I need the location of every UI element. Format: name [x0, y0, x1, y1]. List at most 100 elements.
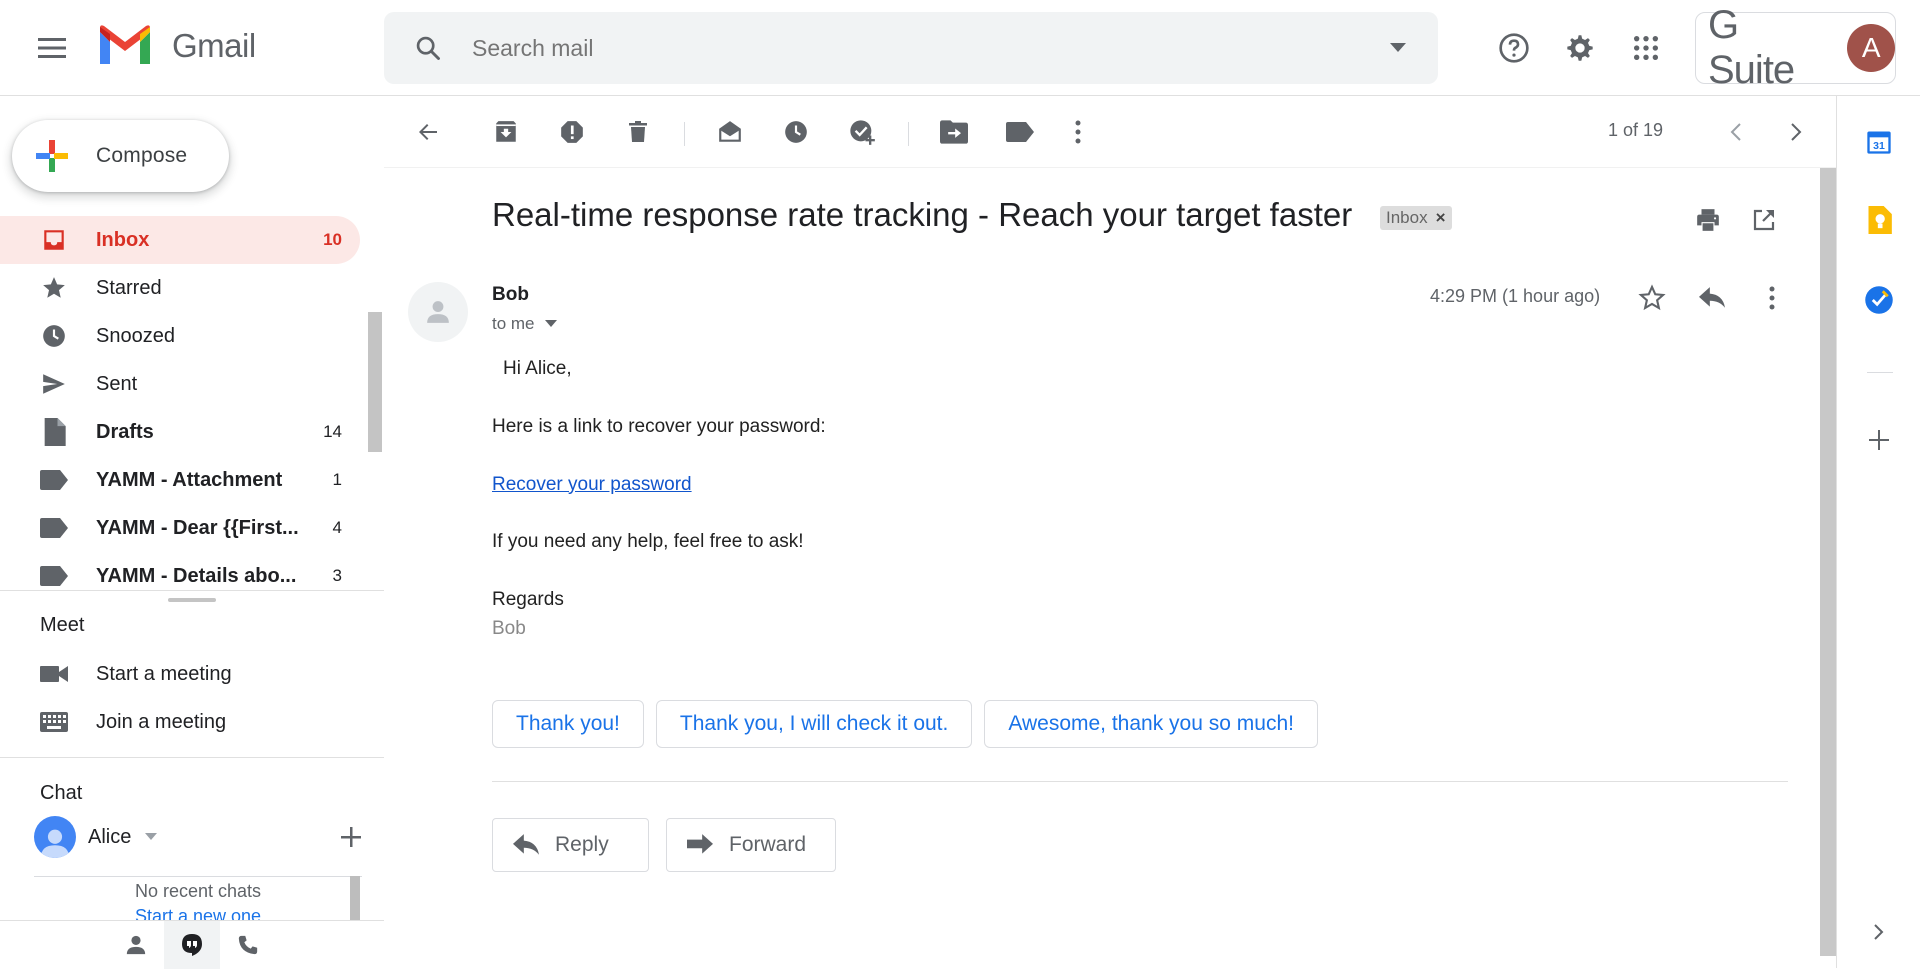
apps-button[interactable]	[1622, 24, 1670, 72]
recipient-line: to me	[492, 314, 535, 333]
star-outline-icon	[1638, 284, 1666, 311]
move-to-button[interactable]	[930, 108, 978, 156]
sender-avatar[interactable]	[408, 282, 468, 342]
message-scrollbar[interactable]	[1820, 168, 1836, 956]
keep-icon	[1868, 206, 1892, 234]
compose-button[interactable]: Compose	[12, 120, 229, 192]
add-to-tasks-icon	[850, 120, 875, 145]
chat-list-scrollbar[interactable]	[350, 876, 360, 920]
label-list-scrollbar[interactable]	[368, 312, 382, 452]
calendar-button[interactable]: 31	[1855, 118, 1903, 166]
older-button[interactable]	[1772, 108, 1820, 156]
sidebar-item-label: Snoozed	[96, 324, 175, 347]
main-menu-button[interactable]	[28, 24, 76, 72]
sidebar-item-yamm-dear[interactable]: YAMM - Dear {{First... 4	[0, 504, 360, 552]
more-actions-button[interactable]	[1054, 108, 1102, 156]
hangouts-icon	[182, 934, 202, 956]
keep-button[interactable]	[1855, 196, 1903, 244]
sidebar-item-yamm-attachment[interactable]: YAMM - Attachment 1	[0, 456, 360, 504]
join-meeting-button[interactable]: Join a meeting	[40, 698, 226, 746]
gmail-logo[interactable]: Gmail	[96, 24, 256, 68]
draft-count: 14	[323, 422, 342, 441]
panel-resize-handle[interactable]	[168, 598, 216, 602]
add-chat-icon[interactable]	[340, 826, 362, 848]
start-meeting-button[interactable]: Start a meeting	[40, 650, 232, 698]
divider	[492, 781, 1788, 782]
sidebar-item-inbox[interactable]: Inbox 10	[0, 216, 360, 264]
delete-icon	[629, 121, 647, 142]
body-closing: Regards	[492, 589, 564, 611]
chat-user-name: Alice	[88, 825, 132, 848]
archive-icon	[496, 121, 516, 142]
sidebar-item-starred[interactable]: Starred	[0, 264, 360, 312]
compose-label: Compose	[96, 144, 188, 167]
settings-icon	[1567, 35, 1593, 61]
sidebar-item-sent[interactable]: Sent	[0, 360, 360, 408]
inbox-icon	[44, 230, 64, 250]
search-bar[interactable]	[384, 12, 1438, 84]
add-to-tasks-button[interactable]	[838, 108, 886, 156]
get-addons-button[interactable]	[1855, 416, 1903, 464]
start-new-chat-link[interactable]: Start a new one	[34, 906, 362, 920]
reply-icon	[513, 834, 539, 855]
archive-button[interactable]	[482, 108, 530, 156]
forward-button[interactable]: Forward	[666, 818, 836, 872]
clock-icon	[43, 325, 65, 347]
top-bar: Gmail G Suite A	[0, 0, 1920, 96]
sidebar-item-label: YAMM - Attachment	[96, 468, 283, 491]
keyboard-icon	[40, 712, 68, 732]
report-spam-icon	[561, 121, 583, 143]
recipient-details-toggle[interactable]: to me	[492, 314, 557, 334]
tab-calls[interactable]	[220, 921, 276, 969]
tab-contacts[interactable]	[108, 921, 164, 969]
unread-count: 1	[332, 470, 342, 489]
mark-unread-icon	[719, 121, 741, 142]
sidebar-item-snoozed[interactable]: Snoozed	[0, 312, 360, 360]
tab-conversations[interactable]	[164, 921, 220, 969]
smart-reply-button[interactable]: Awesome, thank you so much!	[984, 700, 1318, 748]
mark-as-unread-button[interactable]	[706, 108, 754, 156]
chat-user-row[interactable]: Alice	[34, 816, 361, 858]
label-icon	[40, 566, 68, 586]
search-options-button[interactable]	[1358, 43, 1438, 53]
message-timestamp: 4:29 PM (1 hour ago)	[1430, 286, 1601, 306]
avatar[interactable]: A	[1847, 24, 1895, 72]
smart-reply-button[interactable]: Thank you!	[492, 700, 644, 748]
caret-down-icon[interactable]	[145, 833, 158, 841]
settings-button[interactable]	[1556, 24, 1604, 72]
search-button[interactable]	[384, 34, 472, 62]
open-new-window-button[interactable]	[1740, 196, 1788, 244]
smart-reply-button[interactable]: Thank you, I will check it out.	[655, 700, 973, 748]
tasks-icon	[1865, 286, 1893, 314]
report-spam-button[interactable]	[548, 108, 596, 156]
sidebar-item-yamm-details[interactable]: YAMM - Details abo... 3	[0, 552, 360, 600]
reply-button[interactable]: Reply	[492, 818, 649, 872]
remove-label-icon[interactable]: ×	[1436, 208, 1446, 228]
star-button[interactable]	[1628, 274, 1676, 322]
label-chip-text: Inbox	[1386, 208, 1428, 227]
recover-password-link[interactable]: Recover your password	[492, 474, 692, 495]
divider	[1867, 372, 1893, 373]
message-more-button[interactable]	[1748, 274, 1796, 322]
newer-button[interactable]	[1712, 108, 1760, 156]
show-side-panel-button[interactable]	[1855, 908, 1903, 956]
labels-icon	[1006, 122, 1034, 142]
print-all-button[interactable]	[1684, 196, 1732, 244]
delete-button[interactable]	[614, 108, 662, 156]
snooze-button[interactable]	[772, 108, 820, 156]
sender-name[interactable]: Bob	[492, 284, 529, 306]
labels-button[interactable]	[996, 108, 1044, 156]
search-input[interactable]	[472, 12, 1358, 84]
sidebar-item-label: Drafts	[96, 420, 154, 443]
phone-icon	[238, 935, 258, 955]
help-button[interactable]	[1490, 24, 1538, 72]
back-to-inbox-button[interactable]	[404, 108, 452, 156]
smart-reply-bar: Thank you! Thank you, I will check it ou…	[492, 700, 1330, 748]
chat-section-title: Chat	[40, 782, 83, 804]
draft-icon	[44, 418, 66, 446]
gsuite-account-button[interactable]: G Suite A	[1695, 3, 1896, 92]
sidebar-item-drafts[interactable]: Drafts 14	[0, 408, 360, 456]
tasks-button[interactable]	[1855, 276, 1903, 324]
menu-icon	[38, 38, 66, 58]
reply-quick-button[interactable]	[1688, 274, 1736, 322]
